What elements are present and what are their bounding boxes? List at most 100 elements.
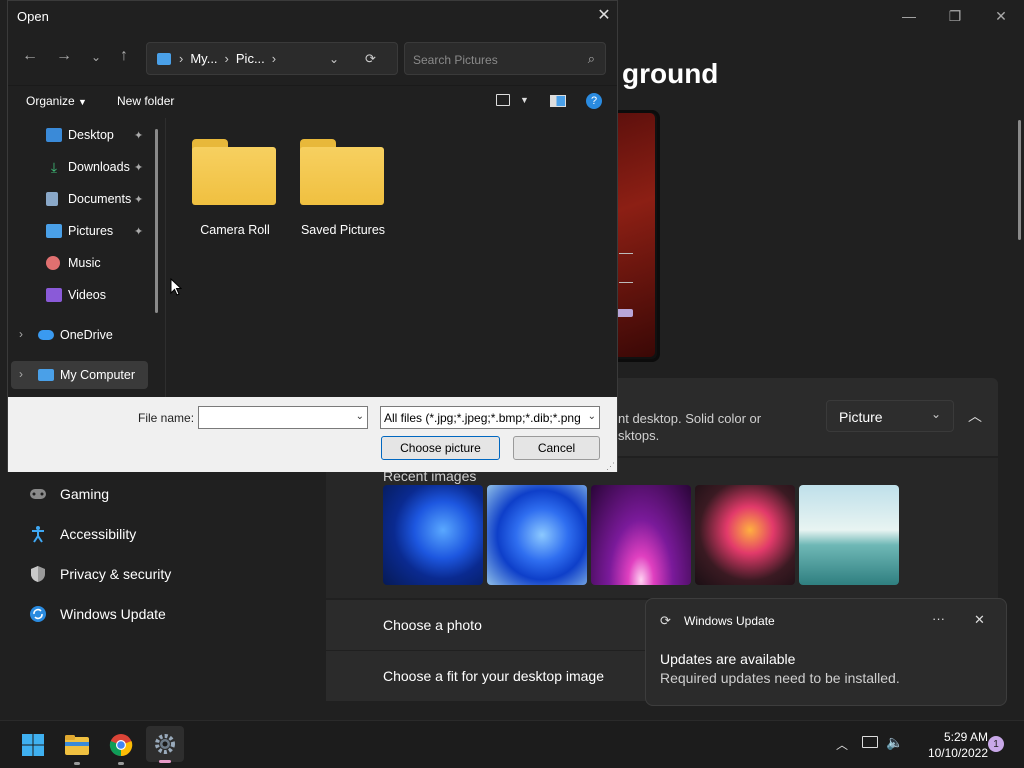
address-dropdown-chevron-icon[interactable]: ⌄ — [329, 52, 339, 66]
nav-item-accessibility[interactable]: Accessibility — [28, 524, 136, 544]
search-input[interactable]: Search Pictures ⌕ — [404, 42, 606, 75]
network-icon[interactable] — [862, 736, 878, 748]
nav-item-documents[interactable]: Documents — [46, 189, 131, 209]
start-button[interactable] — [18, 730, 48, 760]
close-icon[interactable]: ✕ — [974, 612, 985, 628]
chevron-down-icon: ▼ — [78, 97, 87, 107]
chevron-down-icon: ⌄ — [585, 411, 596, 422]
search-placeholder: Search Pictures — [413, 53, 498, 67]
organize-button[interactable]: Organize ▼ — [26, 94, 87, 108]
pin-icon: ✦ — [134, 162, 144, 174]
nav-item-label: Downloads — [68, 160, 130, 174]
notification-count-badge[interactable]: 1 — [988, 736, 1004, 752]
refresh-icon: ⟳ — [660, 613, 671, 628]
toast-body: Required updates need to be installed. — [660, 670, 900, 686]
background-type-value: Picture — [839, 409, 883, 425]
folder-label[interactable]: Saved Pictures — [283, 223, 403, 237]
chevron-down-icon: ⌄ — [930, 407, 941, 421]
back-arrow-icon[interactable]: ← — [20, 47, 40, 65]
file-name-input[interactable]: ⌄ — [198, 406, 368, 429]
shield-icon — [28, 564, 48, 584]
pin-icon: ✦ — [134, 226, 144, 238]
recent-image-thumbnail[interactable] — [591, 485, 691, 585]
more-options-icon[interactable]: ··· — [932, 611, 945, 626]
chrome-taskbar-icon[interactable] — [106, 730, 136, 765]
up-arrow-icon[interactable]: ↑ — [114, 47, 134, 65]
background-description: nt desktop. Solid color or sktops. — [618, 411, 762, 443]
folder-icon[interactable] — [300, 139, 384, 205]
nav-item-pictures[interactable]: Pictures — [46, 221, 113, 241]
nav-item-gaming[interactable]: Gaming — [28, 484, 109, 504]
preview-pane-icon[interactable] — [550, 95, 566, 107]
nav-item-label: Desktop — [68, 128, 114, 142]
system-clock[interactable]: 5:29 AM 10/10/2022 — [910, 729, 988, 761]
help-icon[interactable]: ? — [586, 93, 602, 109]
nav-item-label: Gaming — [60, 486, 110, 502]
recent-image-thumbnail[interactable] — [383, 485, 483, 585]
file-type-select[interactable]: All files (*.jpg;*.jpeg;*.bmp;*.dib;*.pn… — [380, 406, 600, 429]
resize-grip-icon[interactable]: ⋰ — [606, 461, 615, 472]
nav-item-label: Privacy & security — [60, 566, 172, 582]
breadcrumb-segment[interactable]: Pic... — [236, 51, 265, 66]
running-indicator — [74, 762, 80, 765]
nav-item-privacy-security[interactable]: Privacy & security — [28, 564, 171, 584]
view-options-chevron-icon[interactable]: ▼ — [520, 95, 529, 105]
pictures-icon — [157, 52, 171, 65]
show-hidden-icons-chevron-icon[interactable]: ︿ — [836, 736, 848, 753]
accessibility-icon — [28, 524, 48, 544]
file-name-label: File name: — [138, 411, 195, 425]
nav-item-desktop[interactable]: Desktop — [46, 125, 114, 145]
nav-item-label: Windows Update — [60, 606, 166, 622]
refresh-icon[interactable]: ⟳ — [365, 51, 376, 67]
recent-image-thumbnail[interactable] — [695, 485, 795, 585]
notification-toast[interactable]: ⟳ Windows Update ··· ✕ Updates are avail… — [645, 598, 1007, 706]
chevron-down-icon[interactable]: ⌄ — [356, 411, 364, 422]
nav-item-windows-update[interactable]: Windows Update — [28, 604, 166, 624]
open-file-dialog: Open ✕ ← → ⌄ ↑ › My... › Pic... › ⌄ ⟳ Se… — [7, 0, 618, 472]
update-icon — [28, 604, 48, 624]
scrollbar[interactable] — [1018, 120, 1021, 240]
nav-item-videos[interactable]: Videos — [46, 285, 106, 305]
recent-image-thumbnail[interactable] — [487, 485, 587, 585]
view-mode-icon[interactable] — [496, 94, 510, 106]
running-indicator — [118, 762, 124, 765]
nav-item-music[interactable]: Music — [46, 253, 101, 273]
file-explorer-taskbar-icon[interactable] — [62, 730, 92, 765]
pin-icon: ✦ — [134, 130, 144, 142]
close-icon[interactable]: ✕ — [592, 5, 616, 25]
document-icon — [46, 192, 58, 206]
chevron-up-icon[interactable]: ︿ — [960, 400, 990, 432]
new-folder-button[interactable]: New folder — [117, 94, 174, 108]
nav-item-onedrive[interactable]: OneDrive — [38, 325, 113, 345]
recent-locations-chevron-icon[interactable]: ⌄ — [86, 50, 106, 64]
page-title: ground — [622, 58, 719, 89]
minimize-button[interactable]: — — [886, 0, 932, 32]
music-icon — [46, 256, 60, 270]
expand-chevron-icon[interactable]: › — [19, 327, 23, 341]
video-icon — [46, 288, 62, 302]
nav-item-my-computer[interactable]: My Computer — [38, 365, 135, 385]
nav-item-label: Documents — [68, 192, 132, 206]
maximize-button[interactable]: ❐ — [932, 0, 978, 32]
gear-icon — [155, 734, 175, 754]
folder-label[interactable]: Camera Roll — [175, 223, 295, 237]
navigation-scrollbar[interactable] — [155, 129, 158, 313]
forward-arrow-icon[interactable]: → — [54, 47, 74, 65]
background-type-select[interactable]: Picture ⌄ — [826, 400, 954, 432]
cloud-icon — [38, 330, 54, 340]
breadcrumb-segment[interactable]: My... — [190, 51, 217, 66]
cancel-button[interactable]: Cancel — [513, 436, 600, 460]
settings-taskbar-icon[interactable] — [146, 726, 184, 763]
recent-image-thumbnail[interactable] — [799, 485, 899, 585]
windows-logo-icon — [22, 734, 44, 756]
volume-icon[interactable]: 🔈 — [886, 734, 903, 751]
folder-icon[interactable] — [192, 139, 276, 205]
nav-item-label: My Computer — [60, 368, 136, 382]
dialog-title: Open — [17, 9, 49, 24]
close-button[interactable]: ✕ — [978, 0, 1024, 32]
nav-item-downloads[interactable]: ⤓ Downloads — [46, 157, 130, 177]
choose-picture-button[interactable]: Choose picture — [381, 436, 500, 460]
address-bar[interactable]: › My... › Pic... › ⌄ ⟳ — [146, 42, 398, 75]
expand-chevron-icon[interactable]: › — [19, 367, 23, 381]
desktop-icon — [46, 128, 62, 142]
